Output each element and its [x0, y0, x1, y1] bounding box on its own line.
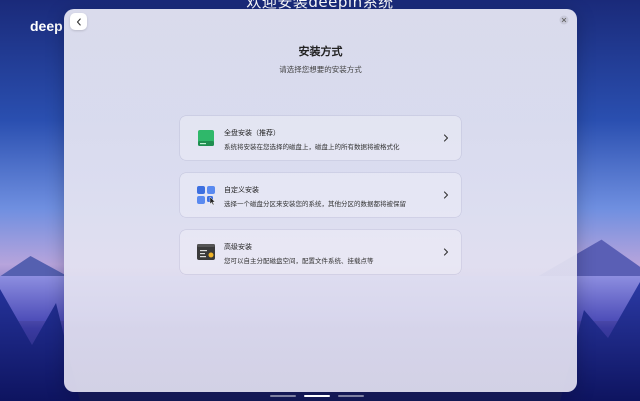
chevron-right-icon: [443, 134, 449, 142]
back-button[interactable]: [70, 13, 87, 30]
dialog-subtitle: 请选择您想要的安装方式: [279, 65, 362, 74]
option-title: 全盘安装（推荐）: [224, 129, 280, 137]
chevron-left-icon: [76, 17, 81, 26]
close-button[interactable]: [557, 13, 571, 27]
disk-icon: [198, 130, 214, 146]
option-description: 选择一个磁盘分区来安装您的系统，其他分区的数据都将被保留: [224, 200, 406, 208]
page-indicator: [270, 395, 364, 397]
option-full-disk-install[interactable]: 全盘安装（推荐） 系统将安装在您选择的磁盘上，磁盘上的所有数据将被格式化: [180, 116, 461, 160]
option-description: 您可以自主分配磁盘空间，配置文件系统、挂载点等: [224, 257, 374, 265]
close-icon: [559, 15, 569, 25]
option-advanced-install[interactable]: 高级安装 您可以自主分配磁盘空间，配置文件系统、挂载点等: [180, 230, 461, 274]
chevron-right-icon: [443, 248, 449, 256]
option-title: 高级安装: [224, 243, 252, 251]
option-description: 系统将安装在您选择的磁盘上，磁盘上的所有数据将被格式化: [224, 143, 400, 151]
custom-grid-icon: [197, 186, 216, 205]
chevron-right-icon: [443, 191, 449, 199]
option-custom-install[interactable]: 自定义安装 选择一个磁盘分区来安装您的系统，其他分区的数据都将被保留: [180, 173, 461, 217]
page-dot-active: [304, 395, 330, 397]
dialog-title: 安装方式: [298, 45, 343, 58]
option-title: 自定义安装: [224, 186, 259, 194]
page-dot: [338, 395, 364, 397]
deepin-logo: deep: [30, 18, 63, 34]
install-method-dialog: 安装方式 请选择您想要的安装方式 全盘安装（推荐） 系统将安装在您选择的磁盘上，…: [64, 9, 577, 392]
terminal-icon: [197, 244, 215, 260]
page-dot: [270, 395, 296, 397]
